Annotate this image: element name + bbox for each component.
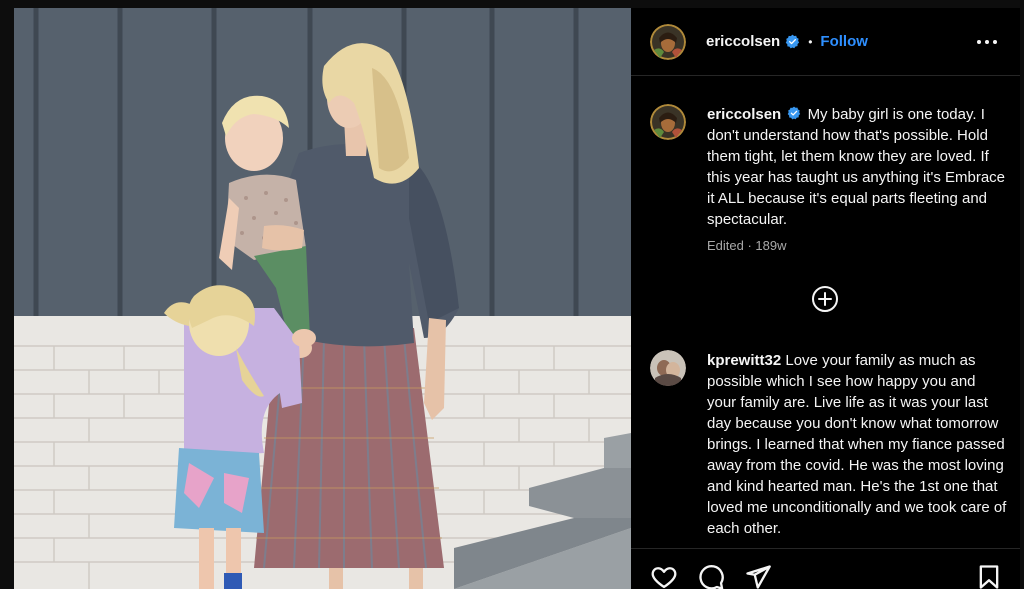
post-photo[interactable]	[14, 8, 631, 589]
post-photo-image	[14, 8, 631, 589]
follow-button[interactable]: Follow	[820, 33, 868, 50]
comment-username[interactable]: kprewitt32	[707, 352, 781, 369]
more-options-icon[interactable]	[975, 30, 999, 54]
author-username[interactable]: ericcolsen	[706, 33, 780, 50]
verified-badge-icon	[785, 34, 800, 49]
paper-plane-icon[interactable]	[744, 563, 772, 589]
heart-icon[interactable]	[650, 563, 678, 589]
comment-item: kprewitt32 Love your family as much as p…	[650, 350, 1010, 539]
comment-body: kprewitt32 Love your family as much as p…	[707, 350, 1007, 539]
comment-bubble-icon[interactable]	[697, 563, 725, 589]
post-caption: ericcolsen My baby girl is one today. I …	[650, 104, 1010, 256]
header-separator: •	[808, 34, 813, 49]
bookmark-icon[interactable]	[975, 563, 1003, 589]
caption-author-avatar[interactable]	[650, 104, 686, 140]
author-avatar[interactable]	[650, 23, 686, 60]
post-side-panel: ericcolsen • Follow ericcolsen My baby g…	[631, 8, 1020, 589]
caption-text: My baby girl is one today. I don't under…	[707, 106, 1006, 228]
comment-text: Love your family as much as possible whi…	[707, 352, 1007, 537]
caption-verified-icon	[787, 105, 801, 120]
caption-body: ericcolsen My baby girl is one today. I …	[707, 104, 1007, 256]
commenter-avatar[interactable]	[650, 350, 686, 386]
caption-username[interactable]: ericcolsen	[707, 106, 781, 123]
post-dialog: ericcolsen • Follow ericcolsen My baby g…	[0, 0, 1024, 589]
caption-meta: Edited · 189w	[707, 238, 787, 253]
post-header: ericcolsen • Follow	[631, 8, 1020, 76]
plus-circle-icon[interactable]	[811, 285, 839, 313]
comments-list[interactable]: ericcolsen My baby girl is one today. I …	[631, 77, 1020, 547]
post-action-bar	[631, 548, 1020, 589]
